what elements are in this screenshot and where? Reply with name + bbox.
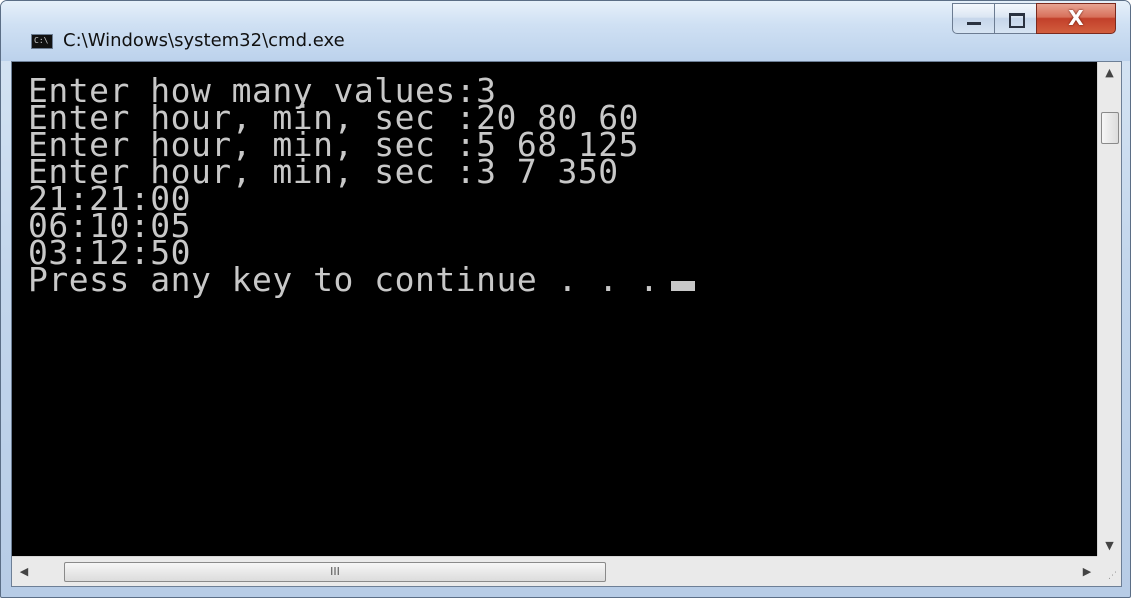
- scroll-right-arrow-icon[interactable]: ▶: [1075, 557, 1099, 587]
- scroll-thumb-grip-icon: III: [330, 565, 340, 578]
- maximize-button[interactable]: [994, 3, 1037, 34]
- cmd-icon-glyph: C:\: [34, 36, 49, 45]
- horizontal-scroll-thumb[interactable]: III: [64, 562, 606, 582]
- minimize-icon: [967, 22, 981, 25]
- console-output[interactable]: Enter how many values:3 Enter hour, min,…: [12, 62, 1099, 557]
- close-button[interactable]: X: [1036, 3, 1116, 34]
- window-title: C:\Windows\system32\cmd.exe: [63, 30, 345, 51]
- minimize-button[interactable]: [952, 3, 995, 34]
- scroll-down-arrow-icon[interactable]: ▼: [1098, 535, 1121, 557]
- horizontal-scrollbar[interactable]: ◀ III ▶: [12, 556, 1099, 586]
- close-icon: X: [1068, 6, 1084, 30]
- cmd-icon[interactable]: C:\: [31, 34, 53, 49]
- console-line-prompt: Press any key to continue . . .: [28, 263, 1099, 296]
- text-cursor: [671, 281, 696, 291]
- resize-grip[interactable]: ⋰: [1097, 556, 1121, 586]
- title-bar[interactable]: C:\ C:\Windows\system32\cmd.exe X: [1, 1, 1130, 61]
- cmd-window: C:\ C:\Windows\system32\cmd.exe X Enter …: [0, 0, 1131, 598]
- maximize-icon: [1009, 13, 1025, 28]
- console-client-area: Enter how many values:3 Enter hour, min,…: [11, 61, 1122, 587]
- caption-buttons: X: [952, 3, 1116, 34]
- resize-grip-icon: ⋰: [1108, 571, 1117, 581]
- vertical-scrollbar[interactable]: ▲ ▼: [1097, 62, 1121, 557]
- scroll-left-arrow-icon[interactable]: ◀: [12, 557, 36, 587]
- prompt-text: Press any key to continue . . .: [28, 260, 660, 299]
- scroll-up-arrow-icon[interactable]: ▲: [1098, 62, 1121, 84]
- vertical-scroll-thumb[interactable]: [1101, 112, 1119, 144]
